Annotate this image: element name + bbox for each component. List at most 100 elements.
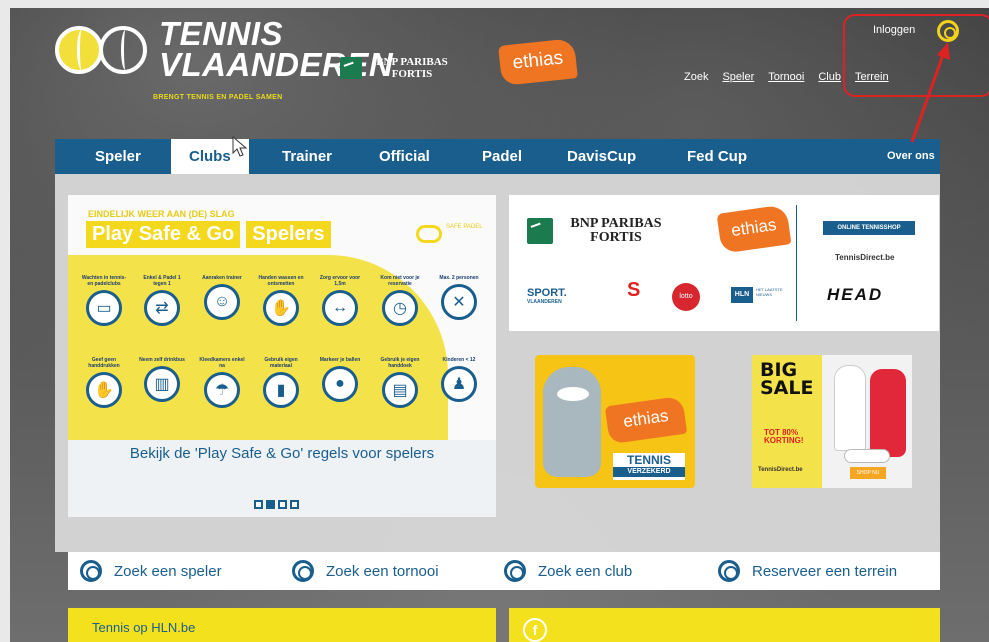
promo-slider[interactable]: EINDELIJK WEER AAN (DE) SLAG Play Safe &… bbox=[68, 195, 496, 517]
header-sponsor-ethias[interactable]: ethias bbox=[498, 38, 578, 86]
rule-text: Kom niet voor je reservatie bbox=[380, 275, 420, 287]
nav-over-ons[interactable]: Over ons bbox=[887, 139, 935, 174]
rule-text: Aanraken trainer bbox=[202, 275, 242, 281]
bnp-logo-icon bbox=[340, 57, 362, 79]
bnp-label: BNP PARIBAS FORTIS bbox=[376, 56, 448, 80]
annotation-highlight-box bbox=[843, 14, 989, 97]
main-nav: Speler Clubs Trainer Official Padel Davi… bbox=[55, 139, 940, 174]
safe-padel-logo-text: SAFE PADEL bbox=[446, 224, 483, 230]
slider-dot-3[interactable] bbox=[278, 500, 287, 509]
frame-left bbox=[0, 0, 10, 642]
rule-text: Gebruik je eigen handdoek bbox=[380, 357, 420, 369]
promo-kicker: EINDELIJK WEER AAN (DE) SLAG bbox=[88, 209, 235, 219]
rule-text: Zorg ervoor voor 1,5m bbox=[319, 275, 361, 287]
hln-panel[interactable]: Tennis op HLN.be bbox=[68, 608, 496, 642]
sponsor-sport-vlaanderen[interactable]: SPORT. VLAANDEREN bbox=[527, 287, 567, 305]
target-icon bbox=[80, 560, 102, 582]
nav-speler[interactable]: Speler bbox=[95, 139, 141, 174]
top-link-zoek: Zoek bbox=[684, 71, 709, 83]
facebook-icon[interactable]: f bbox=[523, 618, 547, 642]
rule-text: Enkel & Padel 1 tegen 1 bbox=[143, 275, 181, 287]
nav-fedcup[interactable]: Fed Cup bbox=[687, 139, 747, 174]
reserve-court-link[interactable]: Reserveer een terrein bbox=[718, 552, 897, 590]
nav-padel[interactable]: Padel bbox=[482, 139, 522, 174]
hln-panel-title: Tennis op HLN.be bbox=[92, 620, 196, 635]
top-link-tornooi[interactable]: Tornooi bbox=[768, 71, 804, 83]
promo-title-a: Play Safe & Go bbox=[86, 221, 241, 248]
red-dress-image bbox=[870, 369, 906, 457]
top-link-club[interactable]: Club bbox=[818, 71, 841, 83]
slider-dot-4[interactable] bbox=[290, 500, 299, 509]
sponsors-block: BNP PARIBAS FORTIS ethias ONLINE TENNISS… bbox=[509, 195, 939, 331]
ad-ethias-tennis[interactable]: ethias TENNIS VERZEKERD bbox=[535, 355, 695, 488]
slider-dot-2[interactable] bbox=[266, 500, 275, 509]
one-vs-one-icon: ⇄ bbox=[144, 290, 180, 326]
rule-text: Markeer je ballen bbox=[319, 357, 361, 363]
bnp-logo-icon bbox=[527, 218, 553, 244]
top-link-speler[interactable]: Speler bbox=[722, 71, 754, 83]
ad-sale-brand: TennisDirect.be bbox=[758, 467, 803, 473]
ad-sale-korting: TOT 80% KORTING! bbox=[764, 428, 804, 445]
target-icon bbox=[292, 560, 314, 582]
bottle-icon: ▮ bbox=[263, 372, 299, 408]
sponsor-divider bbox=[796, 205, 797, 321]
hands-wash-icon: ✋ bbox=[263, 290, 299, 326]
promo-caption[interactable]: Bekijk de 'Play Safe & Go' regels voor s… bbox=[68, 445, 496, 462]
ad-sale-shop-button[interactable]: SHOP NU bbox=[850, 467, 886, 479]
distance-icon: ↔ bbox=[322, 290, 358, 326]
sponsor-bnp-label: BNP PARIBAS FORTIS bbox=[570, 216, 662, 245]
rule-text: Kinderen < 12 bbox=[442, 357, 476, 363]
trainer-icon: ☺ bbox=[204, 284, 240, 320]
promo-title-b: Spelers bbox=[246, 221, 331, 248]
clock-icon: ◷ bbox=[382, 290, 418, 326]
ad-sale-title: BIG SALE bbox=[760, 359, 814, 399]
sponsor-sporza[interactable]: S bbox=[627, 279, 640, 302]
sponsor-tennisdirect[interactable]: TennisDirect.be bbox=[835, 253, 894, 262]
search-player-link[interactable]: Zoek een speler bbox=[80, 552, 222, 590]
target-icon bbox=[504, 560, 526, 582]
screen-icon: ▭ bbox=[86, 290, 122, 326]
search-tournament-link[interactable]: Zoek een tornooi bbox=[292, 552, 439, 590]
facebook-panel: f bbox=[509, 608, 940, 642]
players-icon: ✕ bbox=[441, 284, 477, 320]
slider-dot-1[interactable] bbox=[254, 500, 263, 509]
rule-text: Gebruik eigen materiaal bbox=[264, 357, 298, 369]
logo-tagline: BRENGT TENNIS EN PADEL SAMEN bbox=[153, 94, 283, 101]
rule-text: Geef geen handdrukken bbox=[88, 357, 120, 369]
ad-ethias-brand: ethias bbox=[604, 395, 688, 445]
header-sponsor-bnp[interactable]: BNP PARIBAS FORTIS bbox=[340, 56, 456, 80]
slider-dots bbox=[254, 500, 299, 509]
sponsor-online-shop[interactable]: ONLINE TENNISSHOP bbox=[823, 221, 915, 235]
sponsor-hln-sub: HET LAATSTE NIEUWS bbox=[756, 287, 783, 297]
target-icon bbox=[718, 560, 740, 582]
rule-text: Kleedkamers enkel na bbox=[199, 357, 245, 369]
ad-big-sale[interactable]: BIG SALE TOT 80% KORTING! TennisDirect.b… bbox=[752, 355, 912, 488]
sponsor-head[interactable]: HEAD bbox=[827, 285, 883, 305]
child-icon: ♟ bbox=[441, 366, 477, 402]
safe-padel-logo-icon bbox=[416, 225, 442, 243]
mouse-cursor-icon bbox=[232, 136, 248, 157]
sponsor-hln[interactable]: HLN bbox=[731, 287, 753, 303]
towel-icon: ▤ bbox=[382, 372, 418, 408]
ad-ethias-label: TENNIS VERZEKERD bbox=[613, 453, 685, 480]
no-handshake-icon: ✋ bbox=[86, 372, 122, 408]
rule-text: Wachten in tennis- en padelclubs bbox=[81, 275, 127, 287]
sponsor-lotto[interactable]: lotto bbox=[672, 283, 700, 311]
promo-title: Play Safe & Go Spelers bbox=[86, 221, 331, 248]
balls-icon: ● bbox=[322, 366, 358, 402]
mascot-image bbox=[543, 367, 601, 477]
rule-text: Max. 2 personen bbox=[439, 275, 479, 281]
shoe-image bbox=[844, 449, 890, 463]
rule-text: Handen wassen en ontsmetten bbox=[258, 275, 304, 287]
nav-daviscup[interactable]: DavisCup bbox=[567, 139, 636, 174]
sponsor-bnp[interactable]: BNP PARIBAS FORTIS bbox=[527, 217, 671, 245]
rule-text: Neem zelf drinkbus bbox=[139, 357, 185, 363]
sport-sub-label: VLAANDEREN bbox=[527, 299, 562, 305]
nav-official[interactable]: Official bbox=[379, 139, 430, 174]
search-club-link[interactable]: Zoek een club bbox=[504, 552, 632, 590]
tennis-balls-icon bbox=[55, 26, 155, 76]
nav-trainer[interactable]: Trainer bbox=[282, 139, 332, 174]
sponsor-ethias[interactable]: ethias bbox=[716, 204, 792, 254]
white-dress-image bbox=[834, 365, 866, 451]
sport-label: SPORT. bbox=[527, 287, 567, 299]
